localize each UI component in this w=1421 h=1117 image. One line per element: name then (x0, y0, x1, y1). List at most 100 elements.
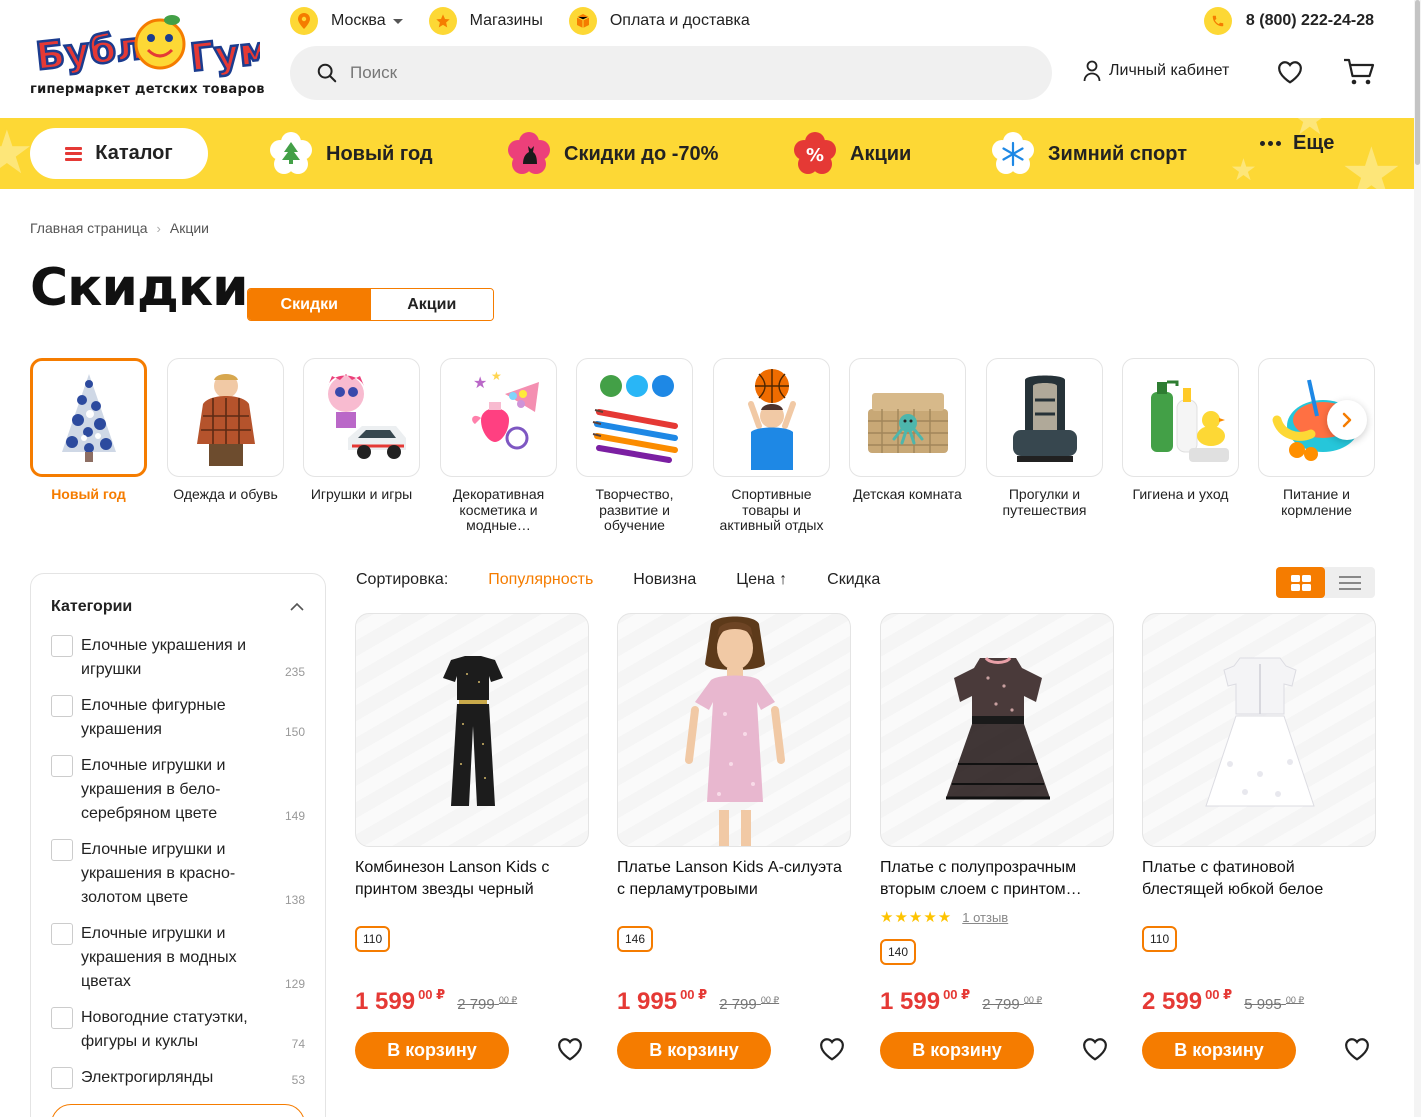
category-label: Прогулки и путешествия (1002, 486, 1087, 518)
size-badge[interactable]: 140 (880, 939, 917, 965)
product-card: Платье с фатиновой блестящей юбкой белое… (1142, 613, 1376, 1069)
category-image (576, 358, 693, 477)
size-badge[interactable]: 110 (355, 926, 391, 952)
old-price-main: 2 799 (457, 996, 495, 1013)
nav-item-promotions[interactable]: % Акции (792, 132, 911, 176)
stores-link[interactable]: Магазины (428, 7, 543, 35)
main-nav: ★ ★ ★ ★ Каталог Новый год Скидки до -70%… (0, 118, 1414, 189)
nav-item-more[interactable]: Еще (1260, 132, 1334, 155)
filter-checkbox[interactable] (51, 755, 73, 777)
category-new-year[interactable]: Новый год (30, 358, 147, 503)
scrollbar-thumb[interactable] (1415, 0, 1420, 165)
filter-checkbox[interactable] (51, 1007, 73, 1029)
favorite-heart-icon[interactable] (557, 1037, 583, 1066)
filter-item[interactable]: Елочные игрушки и украшения в бело-сереб… (51, 754, 305, 826)
favorite-heart-icon[interactable] (819, 1037, 845, 1066)
price-kopecks: 00 ₽ (943, 987, 971, 1002)
product-price: 1 995 00 ₽ (617, 987, 707, 1016)
category-cosmetics[interactable]: ★ ★ Декоративная косметика и модные… (440, 358, 557, 534)
filter-item[interactable]: Елочные украшения и игрушки 235 (51, 634, 305, 682)
city-selector[interactable]: Москва (290, 7, 403, 35)
catalog-button[interactable]: Каталог (30, 128, 208, 179)
header-links: Москва Магазины Оплата и доставка (290, 7, 776, 35)
add-to-cart-button[interactable]: В корзину (617, 1032, 771, 1069)
reviews-link[interactable]: 1 отзыв (962, 910, 1008, 925)
category-label: Творчество, развитие и обучение (595, 486, 674, 533)
size-badge[interactable]: 146 (617, 926, 654, 952)
nav-item-label: Скидки до -70% (564, 142, 719, 165)
decor-star-icon: ★ (0, 119, 34, 186)
add-to-cart-button[interactable]: В корзину (355, 1032, 509, 1069)
filter-count: 138 (284, 893, 305, 907)
product-name[interactable]: Платье с фатиновой блестящей юбкой белое (1142, 857, 1376, 901)
size-badge[interactable]: 110 (1142, 926, 1178, 952)
product-image[interactable] (880, 613, 1114, 847)
filter-title: Категории (51, 598, 133, 615)
account-link[interactable]: Личный кабинет (1083, 60, 1229, 82)
category-walks-travel[interactable]: Прогулки и путешествия (986, 358, 1103, 518)
filter-item[interactable]: Елочные игрушки и украшения в модных цве… (51, 922, 305, 994)
favorites-heart-icon[interactable] (1277, 60, 1303, 89)
category-hygiene[interactable]: Гигиена и уход (1122, 358, 1239, 503)
filter-checkbox[interactable] (51, 635, 73, 657)
logo[interactable]: Бубль Гум гипермаркет детских товаров (30, 14, 265, 104)
category-feeding[interactable]: Питание и кормление (1258, 358, 1375, 518)
filter-checkbox[interactable] (51, 695, 73, 717)
breadcrumb-current[interactable]: Акции (170, 220, 209, 236)
product-old-price: 5 995 00 ₽ (1244, 995, 1304, 1013)
delivery-link[interactable]: Оплата и доставка (568, 7, 750, 35)
tab-discounts[interactable]: Скидки (248, 289, 371, 320)
category-kids-room[interactable]: Детская комната (849, 358, 966, 503)
search-input[interactable] (350, 63, 950, 83)
favorite-heart-icon[interactable] (1344, 1037, 1370, 1066)
nav-item-winter-sport[interactable]: Зимний спорт (990, 132, 1187, 176)
category-image (849, 358, 966, 477)
sort-price[interactable]: Цена ↑ (736, 571, 787, 589)
nav-item-discounts[interactable]: Скидки до -70% (506, 132, 718, 176)
filter-header[interactable]: Категории (51, 598, 305, 616)
filter-item[interactable]: Электрогирлянды 53 (51, 1066, 305, 1090)
product-rating: ★★★★★ 1 отзыв (880, 908, 1114, 926)
product-name[interactable]: Платье Lanson Kids А-силуэта с перламутр… (617, 857, 851, 901)
product-name[interactable]: Платье с полупрозрачным вторым слоем с п… (880, 857, 1114, 901)
tab-promotions[interactable]: Акции (370, 289, 493, 320)
add-to-cart-button[interactable]: В корзину (880, 1032, 1034, 1069)
price-row: 1 599 00 ₽ 2 799 00 ₽ (355, 987, 517, 1016)
filter-checkbox[interactable] (51, 1067, 73, 1089)
grid-view-button[interactable] (1276, 567, 1325, 598)
product-card: Платье с полупрозрачным вторым слоем с п… (880, 613, 1114, 1069)
filter-item[interactable]: Новогодние статуэтки, фигуры и куклы 74 (51, 1006, 305, 1054)
filter-checkbox[interactable] (51, 923, 73, 945)
product-image[interactable] (1142, 613, 1376, 847)
phone-link[interactable]: 8 (800) 222-24-28 (1203, 7, 1374, 35)
filter-count: 235 (284, 665, 305, 679)
add-to-cart-button[interactable]: В корзину (1142, 1032, 1296, 1069)
category-creativity[interactable]: Творчество, развитие и обучение (576, 358, 693, 534)
breadcrumb-home[interactable]: Главная страница (30, 220, 148, 236)
list-view-button[interactable] (1325, 567, 1374, 598)
old-price-main: 5 995 (1244, 996, 1282, 1013)
sort-discount[interactable]: Скидка (827, 571, 880, 589)
nav-item-new-year[interactable]: Новый год (268, 132, 433, 176)
show-more-button[interactable] (51, 1104, 305, 1117)
old-price-kopecks: 00 ₽ (498, 995, 518, 1005)
old-price-main: 2 799 (719, 996, 757, 1013)
favorite-heart-icon[interactable] (1082, 1037, 1108, 1066)
sort-newest[interactable]: Новизна (633, 571, 696, 589)
carousel-next-button[interactable] (1327, 400, 1367, 440)
cart-icon[interactable] (1343, 58, 1375, 91)
category-clothes[interactable]: Одежда и обувь (167, 358, 284, 503)
filter-checkbox[interactable] (51, 839, 73, 861)
list-icon (1338, 575, 1361, 590)
product-price: 2 599 00 ₽ (1142, 987, 1232, 1016)
filter-item[interactable]: Елочные фигурные украшения 150 (51, 694, 305, 742)
product-name[interactable]: Комбинезон Lanson Kids с принтом звезды … (355, 857, 589, 901)
sort-popularity[interactable]: Популярность (488, 571, 593, 589)
category-toys[interactable]: Игрушки и игры (303, 358, 420, 503)
filter-item[interactable]: Елочные игрушки и украшения в красно-зол… (51, 838, 305, 910)
page-scrollbar[interactable] (1414, 0, 1421, 1117)
search-icon[interactable] (316, 62, 338, 84)
product-image[interactable] (617, 613, 851, 847)
product-image[interactable] (355, 613, 589, 847)
category-sports[interactable]: Спортивные товары и активный отдых (713, 358, 830, 534)
